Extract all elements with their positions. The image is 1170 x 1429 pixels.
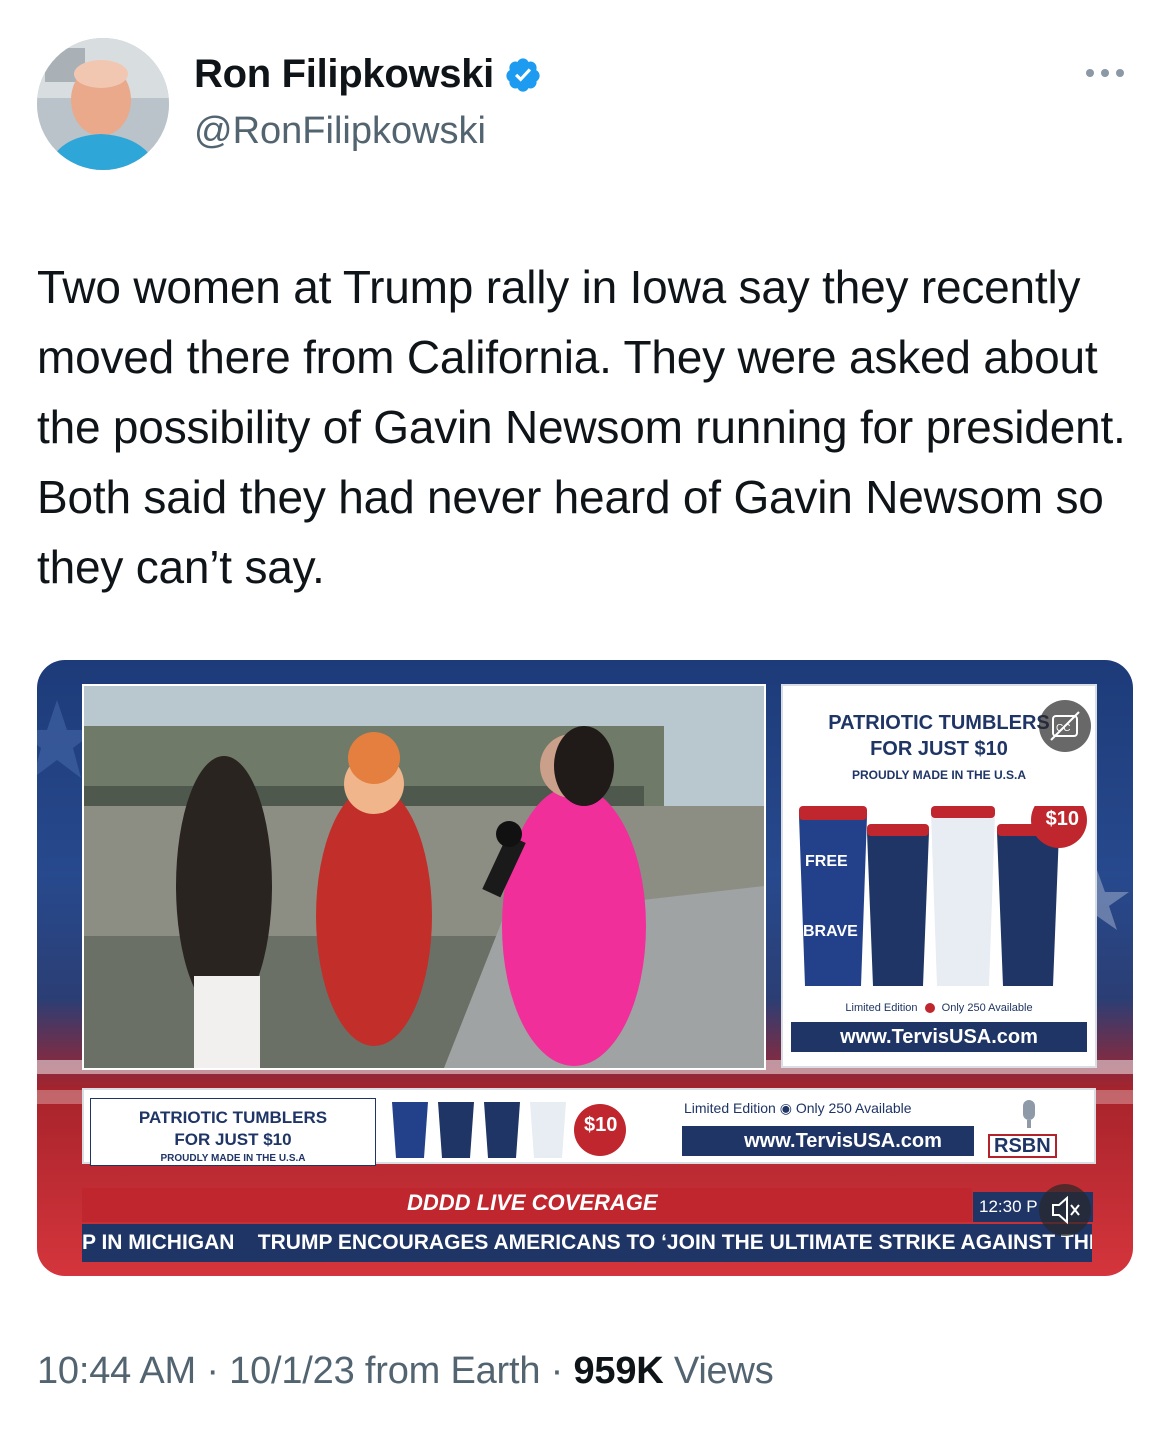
tweet-meta: 10:44 AM · 10/1/23 from Earth · 959K Vie… xyxy=(37,1350,774,1393)
ticker-text: P IN MICHIGAN TRUMP ENCOURAGES AMERICANS… xyxy=(82,1231,1092,1254)
lt-title-line1: PATRIOTIC TUMBLERS xyxy=(138,1108,328,1127)
tweet-time[interactable]: 10:44 AM xyxy=(37,1350,196,1392)
ad-price: $10 xyxy=(1045,808,1079,830)
avatar-photo xyxy=(37,38,169,170)
ad-only-available: Only 250 Available xyxy=(941,1002,1033,1014)
ad-limited: Limited Edition Only 250 Available xyxy=(783,1002,1095,1014)
lower-third-promo: PATRIOTIC TUMBLERS FOR JUST $10 PROUDLY … xyxy=(90,1098,376,1166)
news-ticker: P IN MICHIGAN TRUMP ENCOURAGES AMERICANS… xyxy=(82,1224,1092,1262)
microphone-icon xyxy=(1023,1100,1035,1128)
cup-label-brave: BRAVE xyxy=(803,923,858,940)
tweet-date[interactable]: 10/1/23 xyxy=(229,1350,355,1392)
verified-badge-icon xyxy=(506,57,540,92)
broadcast-clock: 12:30 P xyxy=(979,1197,1038,1216)
mute-button[interactable] xyxy=(1039,1184,1091,1236)
tumblers-image: FREE BRAVE xyxy=(799,806,1087,986)
captions-button[interactable]: CC xyxy=(1039,700,1091,752)
separator: · xyxy=(195,1350,230,1392)
network-name: RSBN xyxy=(988,1134,1057,1158)
tweet-text: Two women at Trump rally in Iowa say the… xyxy=(37,261,1126,593)
video-frame[interactable] xyxy=(82,684,766,1070)
lt-price: $10 xyxy=(584,1114,618,1136)
views-label: Views xyxy=(663,1350,774,1392)
ad-made-in-usa: PROUDLY MADE IN THE U.S.A xyxy=(851,768,1027,782)
views-count: 959K xyxy=(573,1350,664,1392)
tweet-source: from Earth xyxy=(354,1350,541,1392)
lt-only-available: Only 250 Available xyxy=(795,1100,912,1116)
lt-limited-edition: Limited Edition xyxy=(684,1100,776,1116)
live-coverage-text: DDDD LIVE COVERAGE xyxy=(407,1190,658,1215)
badge-icon: ◉ xyxy=(779,1100,792,1116)
captions-icon: CC xyxy=(1050,711,1080,741)
lt-limited: Limited Edition ◉ Only 250 Available xyxy=(684,1100,912,1117)
lt-title-line2: FOR JUST $10 xyxy=(174,1130,292,1149)
more-options-icon[interactable] xyxy=(1080,58,1130,88)
lt-made-in-usa: PROUDLY MADE IN THE U.S.A xyxy=(160,1153,306,1164)
ad-limited-edition: Limited Edition xyxy=(845,1002,918,1014)
tweet-media-video[interactable]: PATRIOTIC TUMBLERS FOR JUST $10 PROUDLY … xyxy=(37,660,1133,1276)
lt-url: www.TervisUSA.com xyxy=(682,1126,1004,1156)
display-name[interactable]: Ron Filipkowski xyxy=(194,52,494,97)
rally-scene-image xyxy=(84,686,764,1068)
ad-url: www.TervisUSA.com xyxy=(791,1022,1087,1052)
badge-dot-icon xyxy=(924,1003,935,1014)
cup-label-free: FREE xyxy=(805,853,848,870)
handle[interactable]: @RonFilipkowski xyxy=(194,110,486,153)
separator: · xyxy=(540,1350,574,1392)
volume-muted-icon xyxy=(1052,1195,1080,1225)
live-coverage-bar: DDDD LIVE COVERAGE xyxy=(82,1188,972,1222)
avatar[interactable] xyxy=(37,38,169,170)
lower-third: PATRIOTIC TUMBLERS FOR JUST $10 PROUDLY … xyxy=(82,1088,1096,1166)
rsbn-logo: RSBN xyxy=(974,1094,1086,1158)
